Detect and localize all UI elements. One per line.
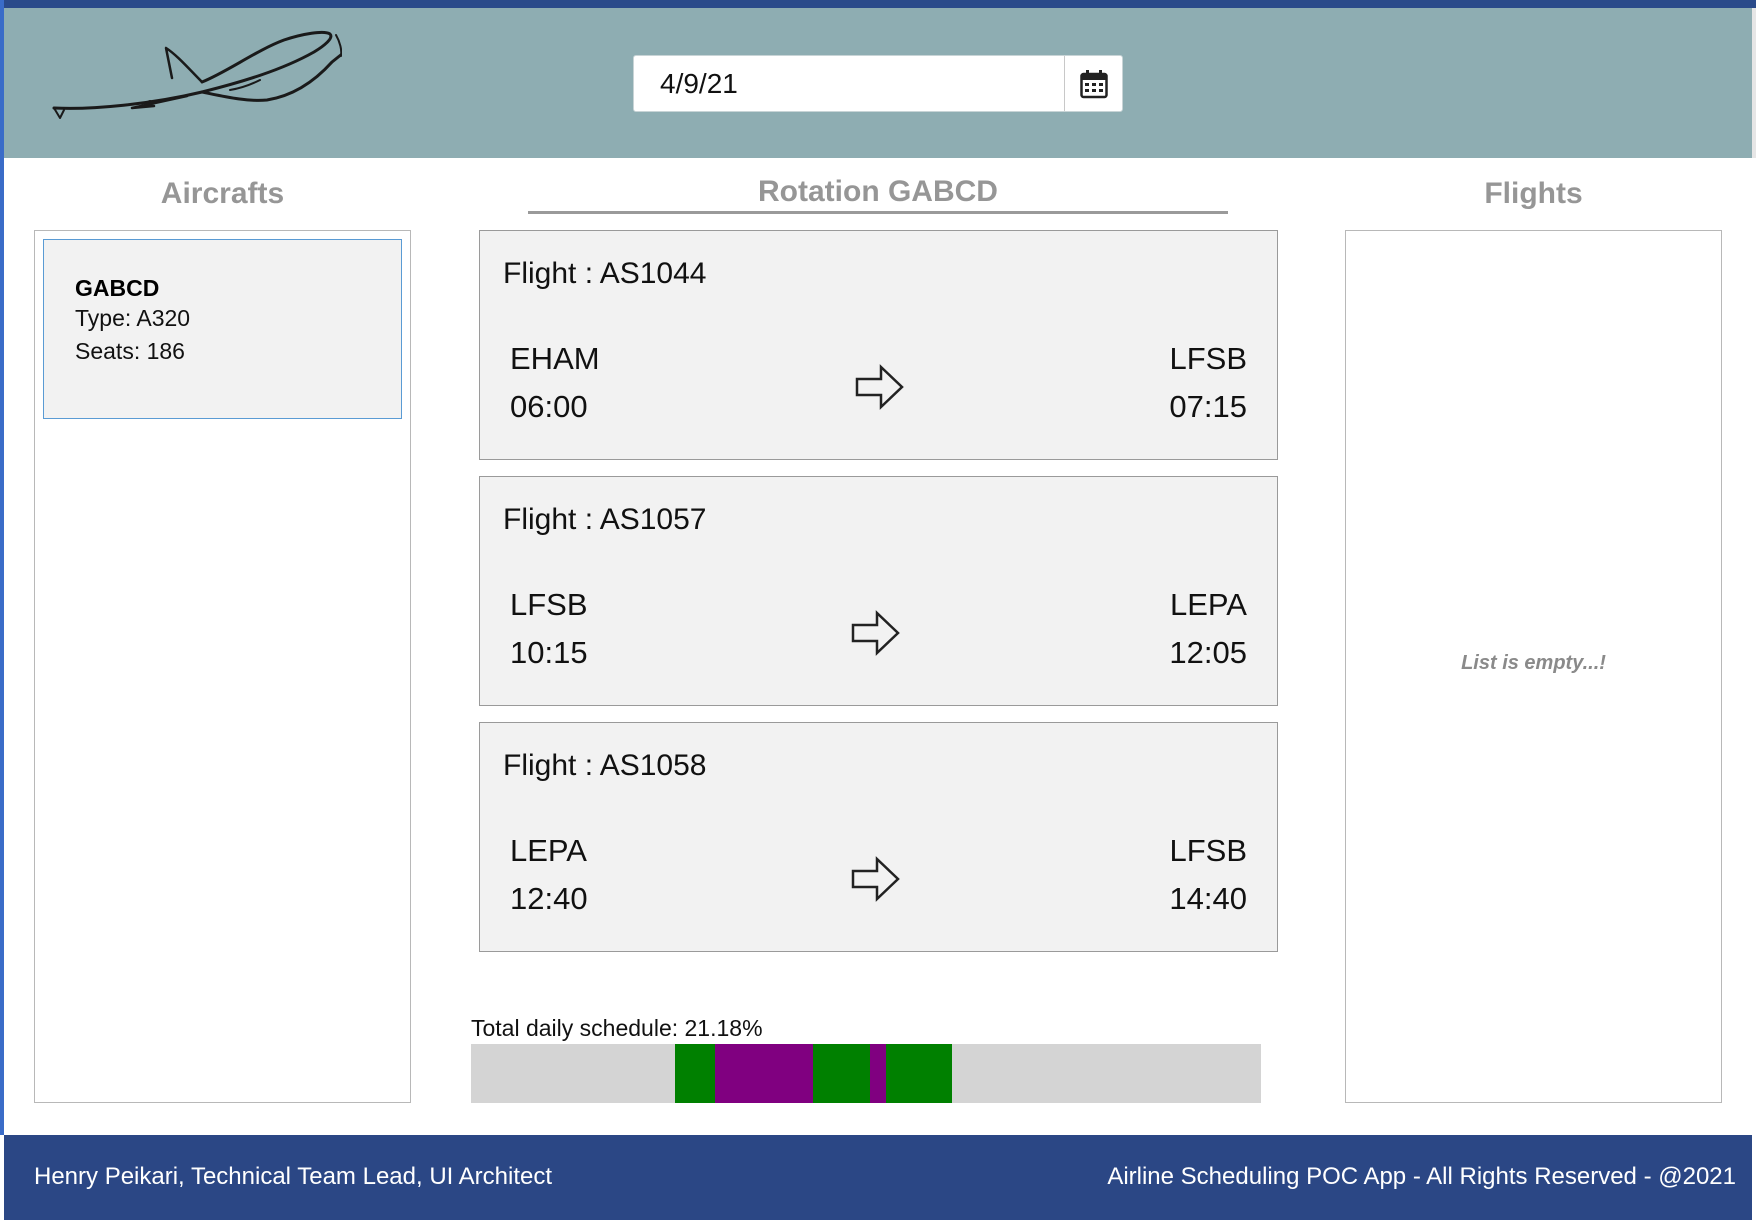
flight-origin: EHAM — [510, 341, 600, 376]
date-input[interactable]: 4/9/21 — [660, 66, 738, 102]
rotation-flight-card[interactable]: Flight : AS1044 EHAM 06:00 LFSB 07:15 — [479, 230, 1278, 460]
airplane-logo-icon — [52, 30, 342, 119]
flight-arrival-time: 14:40 — [1169, 881, 1247, 916]
flight-title: Flight : AS1058 — [503, 749, 707, 782]
aircraft-card-gabcd[interactable]: GABCD Type: A320 Seats: 186 — [43, 239, 402, 419]
flight-title: Flight : AS1044 — [503, 257, 707, 290]
footer: Henry Peikari, Technical Team Lead, UI A… — [4, 1135, 1752, 1220]
flight-title: Flight : AS1057 — [503, 503, 707, 536]
flight-arrival-time: 07:15 — [1169, 389, 1247, 424]
schedule-segment-flight — [813, 1044, 870, 1103]
schedule-segment-flight — [886, 1044, 952, 1103]
rotation-flight-card[interactable]: Flight : AS1058 LEPA 12:40 LFSB 14:40 — [479, 722, 1278, 952]
schedule-label: Total daily schedule: 21.18% — [471, 1015, 763, 1041]
date-picker[interactable]: 4/9/21 — [633, 55, 1123, 112]
right-arrow-icon — [855, 364, 904, 410]
rotation-title: Rotation GABCD — [758, 175, 998, 208]
aircraft-registration: GABCD — [75, 275, 160, 301]
schedule-bar — [471, 1044, 1261, 1103]
flight-destination: LFSB — [1169, 341, 1247, 376]
flight-arrival-time: 12:05 — [1169, 635, 1247, 670]
aircraft-type: Type: A320 — [75, 305, 191, 331]
flight-departure-time: 10:15 — [510, 635, 588, 670]
schedule-segment-flight — [675, 1044, 715, 1103]
rotation-title-underline — [528, 211, 1228, 214]
footer-author: Henry Peikari, Technical Team Lead, UI A… — [34, 1163, 553, 1190]
footer-copyright: Airline Scheduling POC App - All Rights … — [1107, 1163, 1736, 1190]
calendar-button[interactable] — [1065, 56, 1123, 111]
top-border — [0, 0, 1756, 8]
flight-departure-time: 06:00 — [510, 389, 588, 424]
aircraft-seats: Seats: 186 — [75, 338, 185, 364]
right-arrow-icon — [851, 610, 900, 656]
rotation-flight-card[interactable]: Flight : AS1057 LFSB 10:15 LEPA 12:05 — [479, 476, 1278, 706]
calendar-icon — [1080, 69, 1108, 98]
right-arrow-icon — [851, 856, 900, 902]
left-border — [0, 0, 4, 1135]
flight-origin: LEPA — [510, 833, 587, 868]
flight-destination: LEPA — [1170, 587, 1247, 622]
flight-origin: LFSB — [510, 587, 588, 622]
flight-departure-time: 12:40 — [510, 881, 588, 916]
right-border — [1752, 8, 1756, 158]
aircrafts-title: Aircrafts — [160, 177, 285, 210]
flights-title: Flights — [1484, 177, 1583, 210]
flights-empty-message: List is empty...! — [1461, 652, 1606, 674]
flight-destination: LFSB — [1169, 833, 1247, 868]
schedule-segment-turnaround — [715, 1044, 813, 1103]
schedule-segment-turnaround — [870, 1044, 886, 1103]
